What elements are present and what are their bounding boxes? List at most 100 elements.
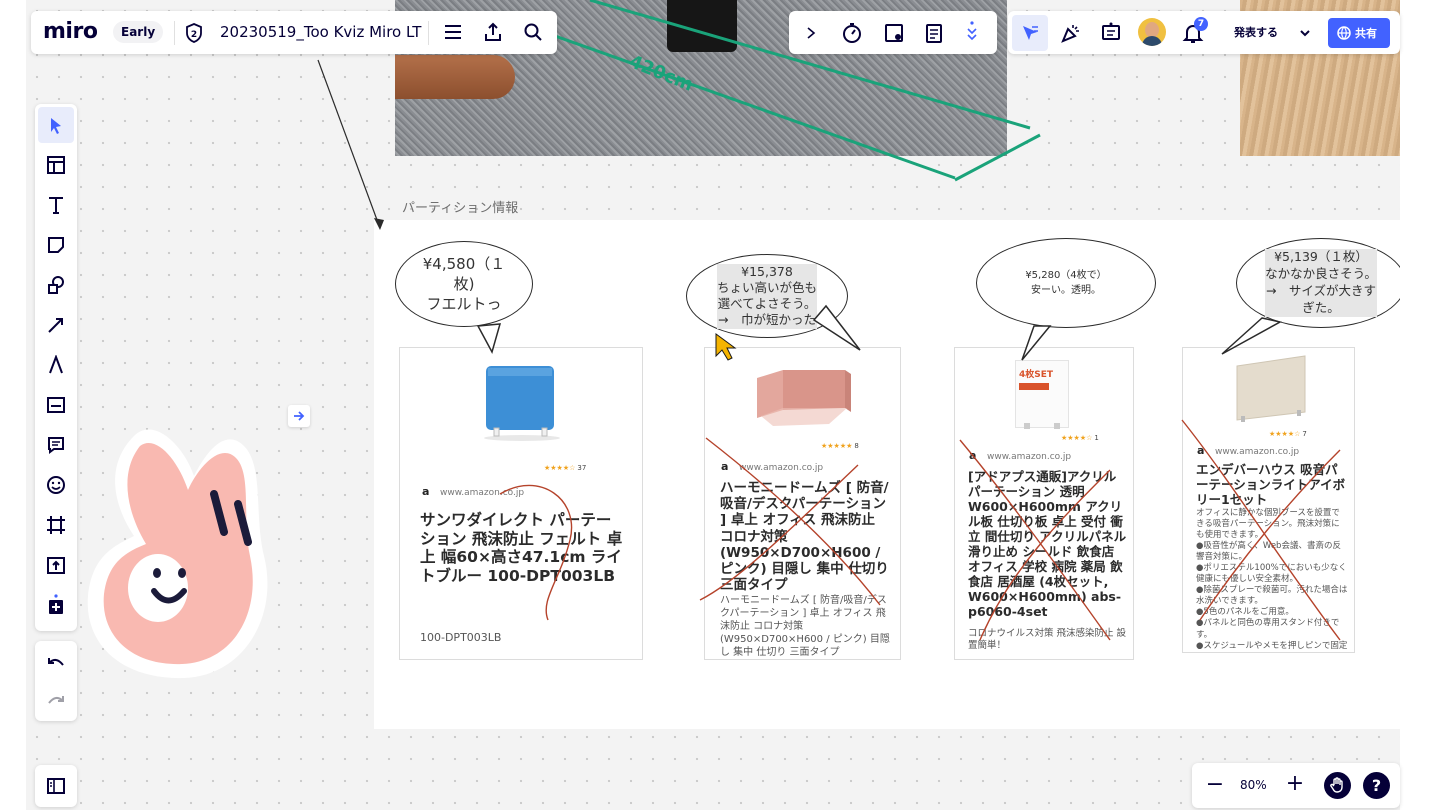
product-subtitle: ハーモニードームズ [ 防音/吸音/デスクパーテーション ] 卓上 オフィス 飛… [720,595,890,658]
creation-toolbar [35,104,77,631]
whiteboard-canvas[interactable]: ★★★★☆37 www.amazon.co.jp サンワダイレクト パーテーショ… [26,0,1400,810]
acrylic-partition-image: 4枚SET [1015,360,1069,429]
share-label: 共有 [1355,27,1377,40]
undo-redo-toolbar [35,641,77,721]
bubble-text: ¥5,280（4枚で） 安ーい。透明。 [1025,270,1107,296]
product-title: サンワダイレクト パーテーション 飛沫防止 フェルト 卓上 幅60×高さ47.1… [420,511,623,585]
shield-badge-icon[interactable]: 2 [185,23,203,43]
sticky-note-tool-button[interactable] [38,227,74,263]
zoom-out-button[interactable]: − [1204,772,1226,797]
chair-arm-image [395,55,515,99]
upload-tool-button[interactable] [38,547,74,583]
chevron-right-icon[interactable] [805,26,817,40]
bubble-text: ¥15,378 ちょい高いが色も 選べてよさそう。 → 巾が短かった [716,263,817,329]
redo-button[interactable] [38,683,74,719]
cursor-arrow-icon [1023,26,1038,40]
product-subtitle: 100-DPT003LB [420,631,502,644]
comments-icon[interactable] [1100,22,1122,44]
collaboration-toolbar [789,11,997,54]
templates-icon [47,156,65,174]
zoom-level[interactable]: 80% [1240,778,1267,792]
source-domain: www.amazon.co.jp [1197,444,1299,457]
sticky-stack-icon[interactable] [883,22,905,44]
price-comment-bubble-2[interactable]: ¥15,378 ちょい高いが色も 選べてよさそう。 → 巾が短かった [686,254,848,338]
pen-tool-button[interactable] [38,347,74,383]
product-card-3[interactable]: 4枚SET ★★★★☆1 www.amazon.co.jp [アドアプス通販]ア… [954,347,1134,660]
more-apps-icon [49,594,63,614]
product-title: [アドアプス通販]アクリルパーテーション 透明 W600×H600mm アクリル… [968,469,1127,619]
product-subtitle: コロナウイルス対策 飛沫感染防止 設置簡単！ [968,628,1127,652]
shapes-tool-button[interactable] [38,267,74,303]
rating-stars: ★★★★☆ 7 [1269,430,1307,438]
timer-icon[interactable] [841,22,863,44]
miro-logo[interactable]: miro [43,19,98,44]
blue-felt-partition-image [484,366,560,441]
user-avatar[interactable] [1138,18,1166,46]
zoom-in-button[interactable]: + [1284,771,1306,796]
search-icon[interactable] [523,22,543,42]
frame-tool-button[interactable] [38,507,74,543]
undo-button[interactable] [38,645,74,681]
product-title: ハーモニードームズ [ 防音/吸音/デスクパーテーション ] 卓上 オフィス 飛… [720,480,889,594]
select-tool-button[interactable] [38,107,74,143]
comment-tool-button[interactable] [38,427,74,463]
upload-icon [47,557,65,574]
notes-icon[interactable] [923,22,945,44]
sidebar-panel-icon [47,778,65,794]
zoom-toolbar: − 80% + ? [1192,763,1400,808]
more-apps-button[interactable] [38,587,74,623]
text-icon [49,197,63,214]
templates-tool-button[interactable] [38,147,74,183]
emoji-icon [47,476,65,494]
pink-desk-partition-image [757,370,851,426]
arrow-right-icon [294,411,305,421]
redo-icon [48,696,64,704]
source-domain: www.amazon.co.jp [969,449,1071,462]
card-tool-button[interactable] [38,387,74,423]
hand-tool-button[interactable] [1324,772,1351,799]
emoji-tool-button[interactable] [38,467,74,503]
product-card-1[interactable]: ★★★★☆37 www.amazon.co.jp サンワダイレクト パーテーショ… [399,347,643,660]
frame-card-icon [47,397,65,413]
frame-title[interactable]: パーティション情報 [402,197,518,216]
product-card-4[interactable]: ★★★★☆7 www.amazon.co.jp エンデバーハウス 吸音パーテーシ… [1182,347,1355,653]
share-button[interactable]: 共有 [1328,18,1390,48]
chevron-down-icon[interactable] [1298,26,1312,40]
source-domain: www.amazon.co.jp [721,460,823,473]
rating-stars: ★★★★★ 8 [821,442,859,450]
notification-count-badge: 7 [1194,17,1208,31]
bubble-text: ¥4,580（１ 枚) フエルトっ [422,254,506,314]
connection-line-icon [48,318,63,333]
board-header: miro Early 2 20230519_Too Kviz Miro LT [31,11,557,54]
top-right-toolbar: 7 発表する 共有 [1008,11,1400,54]
bubble-text: ¥5,139（１枚） なかなか良さそう。 → サイズが大きす ぎた。 [1265,249,1377,317]
product-label-badge: 4枚SET [1019,370,1054,380]
menu-icon[interactable] [443,23,463,41]
price-comment-bubble-3[interactable]: ¥5,280（4枚で） 安ーい。透明。 [976,238,1156,328]
price-comment-bubble-4[interactable]: ¥5,139（１枚） なかなか良さそう。 → サイズが大きす ぎた。 [1236,238,1400,328]
divider [174,21,175,45]
svg-text:2: 2 [191,30,197,40]
export-icon[interactable] [483,22,503,42]
reactions-icon[interactable] [1060,22,1082,44]
trash-bin-image [667,0,737,52]
undo-icon [48,658,64,666]
pen-icon [49,355,63,374]
price-comment-bubble-1[interactable]: ¥4,580（１ 枚) フエルトっ [395,241,533,327]
hand-icon [1330,777,1343,793]
help-button[interactable]: ? [1363,772,1390,799]
product-subtitle: オフィスに静かな個別ブースを設置できる吸音パーテーション。飛沫対策にも使用できま… [1196,508,1348,652]
ok-hand-sticker[interactable] [74,416,294,688]
present-button[interactable]: 発表する [1220,19,1292,47]
cursor-mode-button[interactable] [1012,15,1048,51]
board-title[interactable]: 20230519_Too Kviz Miro LT [220,23,421,41]
line-tool-button[interactable] [38,307,74,343]
shapes-icon [48,276,64,294]
text-tool-button[interactable] [38,187,74,223]
panel-toggle-button[interactable] [35,765,77,807]
source-domain: www.amazon.co.jp [422,485,524,498]
more-tools-icon[interactable] [965,20,979,46]
frame-icon [47,516,65,534]
plan-badge[interactable]: Early [113,21,164,43]
product-card-2[interactable]: ★★★★★8 www.amazon.co.jp ハーモニードームズ [ 防音/吸… [704,347,901,660]
